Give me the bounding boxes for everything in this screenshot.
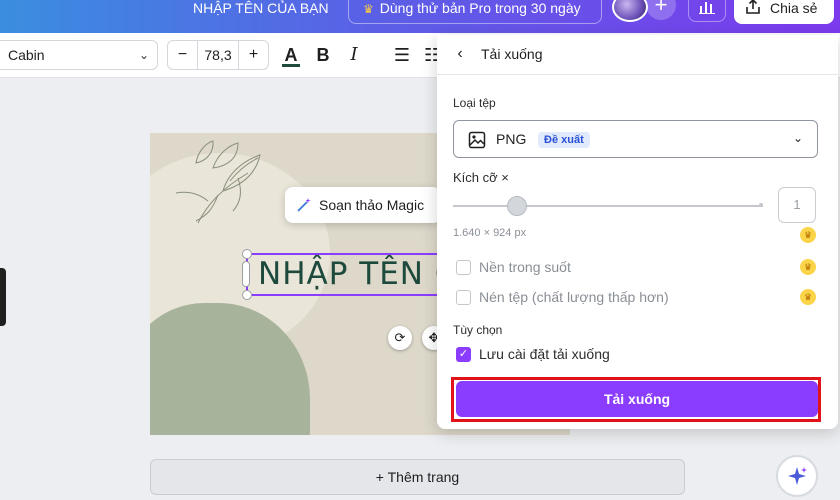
add-collaborator-button[interactable]: + bbox=[646, 0, 676, 20]
add-page-button[interactable]: + Thêm trang bbox=[150, 459, 685, 495]
avatar[interactable] bbox=[612, 0, 648, 22]
leaf-illustration bbox=[175, 140, 261, 224]
side-panel-tab[interactable] bbox=[0, 268, 6, 326]
transparent-bg-checkbox[interactable] bbox=[456, 260, 471, 275]
text-color-swatch bbox=[282, 64, 300, 67]
chart-icon bbox=[699, 2, 715, 14]
align-button[interactable]: ☰ bbox=[391, 43, 413, 67]
pro-trial-button[interactable]: ♛ Dùng thử bản Pro trong 30 ngày bbox=[348, 0, 602, 24]
compress-file-checkbox[interactable] bbox=[456, 290, 471, 305]
bold-button[interactable]: B bbox=[313, 43, 333, 67]
download-panel: ‹ Tải xuống Loại tệp PNG Đề xuất ⌄ Kích … bbox=[437, 35, 838, 429]
save-settings-checkbox[interactable]: ✓ bbox=[456, 347, 471, 362]
crown-icon: ♛ bbox=[800, 227, 816, 243]
options-label: Tùy chọn bbox=[453, 323, 503, 337]
document-title[interactable]: NHẬP TÊN CỦA BẠN bbox=[193, 0, 329, 22]
save-settings-label: Lưu cài đặt tải xuống bbox=[479, 346, 610, 362]
download-button[interactable]: Tải xuống bbox=[456, 381, 818, 417]
resize-handle-left[interactable] bbox=[242, 261, 250, 287]
resize-handle-top-left[interactable] bbox=[242, 249, 252, 259]
dimensions-text: 1.640 × 924 px bbox=[453, 227, 527, 239]
size-slider-end bbox=[759, 203, 763, 207]
rotate-button[interactable]: ⟳ bbox=[388, 326, 412, 350]
share-icon bbox=[746, 0, 760, 14]
crown-icon: ♛ bbox=[800, 259, 816, 275]
font-size-input[interactable]: 78,3 bbox=[198, 41, 238, 69]
text-selection-box[interactable] bbox=[242, 249, 446, 300]
pro-trial-label: Dùng thử bản Pro trong 30 ngày bbox=[379, 0, 581, 16]
recommended-badge: Đề xuất bbox=[538, 132, 590, 148]
rotate-icon: ⟳ bbox=[394, 330, 406, 345]
magic-assistant-button[interactable] bbox=[776, 455, 818, 497]
size-label: Kích cỡ × bbox=[453, 170, 509, 185]
text-color-button[interactable]: A bbox=[280, 43, 302, 67]
chevron-down-icon: ⌄ bbox=[792, 131, 803, 145]
list-button[interactable]: ☷ bbox=[424, 43, 438, 67]
font-size-increase-button[interactable]: + bbox=[238, 41, 268, 69]
top-header-bar: NHẬP TÊN CỦA BẠN ♛ Dùng thử bản Pro trong… bbox=[0, 0, 840, 33]
panel-header: ‹ Tải xuống bbox=[437, 35, 838, 75]
font-family-value: Cabin bbox=[8, 47, 45, 63]
text-color-icon: A bbox=[284, 45, 298, 65]
sparkle-icon bbox=[788, 467, 807, 485]
magic-edit-button[interactable]: Soạn thảo Magic bbox=[285, 187, 441, 223]
file-type-label: Loại tệp bbox=[453, 96, 496, 110]
italic-button[interactable]: I bbox=[344, 43, 364, 67]
image-icon bbox=[468, 131, 486, 149]
crown-icon: ♛ bbox=[800, 289, 816, 305]
size-slider-track[interactable] bbox=[453, 205, 763, 207]
panel-title: Tải xuống bbox=[481, 46, 543, 62]
insights-button[interactable] bbox=[688, 0, 726, 22]
font-family-select[interactable]: Cabin ⌄ bbox=[0, 40, 158, 70]
crown-icon: ♛ bbox=[363, 2, 374, 16]
resize-handle-bottom-left[interactable] bbox=[242, 290, 252, 300]
font-size-decrease-button[interactable]: − bbox=[168, 41, 198, 69]
chevron-down-icon: ⌄ bbox=[138, 48, 149, 62]
size-input[interactable]: 1 bbox=[778, 187, 816, 223]
transparent-bg-label: Nền trong suốt bbox=[479, 259, 571, 275]
wand-icon bbox=[297, 198, 311, 212]
size-slider-thumb[interactable] bbox=[507, 196, 527, 216]
font-size-stepper: − 78,3 + bbox=[167, 40, 269, 70]
compress-file-label: Nén tệp (chất lượng thấp hơn) bbox=[479, 289, 669, 305]
back-arrow-icon[interactable]: ‹ bbox=[451, 45, 469, 63]
file-type-value: PNG bbox=[496, 131, 527, 147]
magic-edit-label: Soạn thảo Magic bbox=[319, 197, 425, 213]
share-button[interactable]: Chia sẻ bbox=[734, 0, 834, 24]
share-label: Chia sẻ bbox=[770, 0, 818, 16]
file-type-select[interactable]: PNG Đề xuất ⌄ bbox=[453, 120, 818, 158]
